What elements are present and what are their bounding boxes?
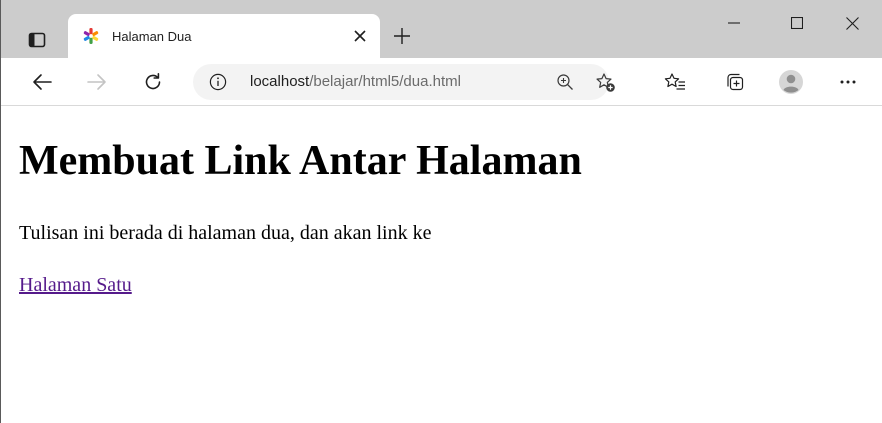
tab-actions-icon [28, 32, 46, 48]
site-info-button[interactable] [209, 73, 227, 91]
window-close-icon [845, 16, 859, 30]
reload-icon [145, 73, 161, 90]
navigation-toolbar: localhost/belajar/html5/dua.html [1, 58, 882, 106]
back-button[interactable] [28, 68, 56, 96]
favorites-button[interactable] [661, 68, 689, 96]
page-content: Membuat Link Antar Halaman Tulisan ini b… [1, 107, 882, 423]
maximize-icon [791, 17, 803, 29]
profile-button[interactable] [777, 68, 805, 96]
page-paragraph: Tulisan ini berada di halaman dua, dan a… [19, 222, 432, 244]
zoom-button[interactable] [555, 72, 575, 92]
maximize-button[interactable] [774, 6, 820, 40]
more-options-button[interactable] [834, 68, 862, 96]
star-add-icon [596, 73, 615, 92]
title-bar: Halaman Dua [1, 0, 882, 58]
reload-button[interactable] [139, 68, 167, 96]
new-tab-button[interactable] [388, 22, 416, 50]
tab-close-button[interactable] [350, 26, 370, 46]
zoom-in-icon [557, 74, 573, 90]
window-close-button[interactable] [829, 6, 875, 40]
collections-button[interactable] [721, 68, 749, 96]
add-favorite-button[interactable] [595, 72, 617, 94]
forward-button[interactable] [83, 68, 111, 96]
link-halaman-satu[interactable]: Halaman Satu [19, 273, 132, 297]
active-tab[interactable]: Halaman Dua [68, 14, 380, 58]
favorites-list-icon [664, 73, 685, 90]
url-host: localhost [250, 73, 310, 90]
arrow-left-icon [33, 74, 52, 90]
page-heading: Membuat Link Antar Halaman [19, 138, 582, 184]
address-bar[interactable]: localhost/belajar/html5/dua.html [193, 64, 615, 100]
plus-icon [394, 28, 410, 44]
colorful-asterisk-icon [82, 27, 100, 45]
tab-actions-button[interactable] [17, 24, 57, 56]
url-path: /belajar/html5/dua.html [309, 73, 461, 90]
more-dots-icon [840, 80, 856, 84]
arrow-right-icon [87, 74, 106, 90]
collections-icon [727, 73, 744, 91]
url-text[interactable]: localhost/belajar/html5/dua.html [250, 73, 461, 91]
minimize-icon [728, 22, 740, 24]
profile-avatar-icon [779, 70, 803, 94]
browser-window: Halaman Dua localhost/belajar/html5/dua.… [0, 0, 882, 423]
close-icon [354, 30, 366, 42]
minimize-button[interactable] [711, 6, 757, 40]
tab-title: Halaman Dua [112, 28, 192, 44]
info-icon [209, 73, 227, 91]
